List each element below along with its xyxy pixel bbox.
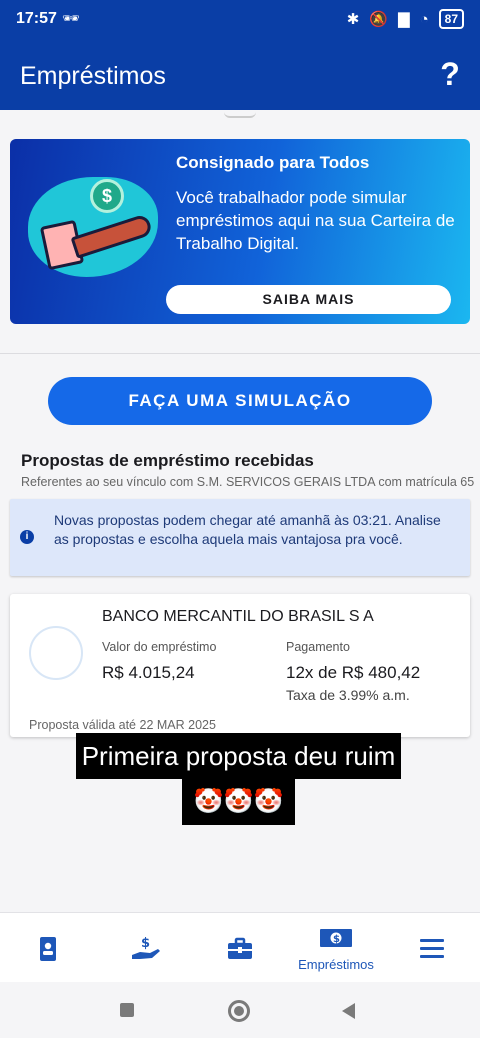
proposal-card[interactable]: BANCO MERCANTIL DO BRASIL S A Valor do e… <box>10 594 470 737</box>
battery-icon: 87 <box>438 9 464 29</box>
proposals-title: Propostas de empréstimo recebidas <box>21 451 314 470</box>
help-button[interactable]: ? <box>434 56 466 92</box>
recent-apps-button[interactable] <box>120 1003 134 1017</box>
svg-text:$: $ <box>141 936 150 951</box>
overlay-caption-text: Primeira proposta deu ruim <box>76 733 401 779</box>
nav-item-benefits[interactable]: $ <box>96 913 192 983</box>
info-box: i Novas propostas podem chegar até amanh… <box>10 499 470 576</box>
proposal-validity: Proposta válida até 22 MAR 2025 <box>29 718 216 732</box>
status-time: 17:57 <box>16 10 57 27</box>
info-text: Novas propostas podem chegar até amanhã … <box>54 512 441 547</box>
id-card-icon <box>40 937 56 961</box>
status-bar: 17:57 🕶 ✱ 🔕 ▇ ◔ 87 <box>0 0 480 40</box>
banknote-icon: $ <box>320 929 352 947</box>
back-button[interactable] <box>342 1003 355 1019</box>
incognito-icon: 🕶 <box>62 10 80 26</box>
pull-refresh-indicator <box>224 112 256 118</box>
page-title: Empréstimos <box>20 62 166 90</box>
overlay-caption-emoji: 🤡🤡🤡 <box>182 779 295 825</box>
dollar-coin-icon: $ <box>90 179 124 213</box>
app-bar: Empréstimos ? <box>0 40 480 110</box>
nav-label-loans: Empréstimos <box>298 957 374 972</box>
wifi-icon: ◔ <box>419 10 429 28</box>
nav-item-menu[interactable] <box>384 913 480 983</box>
signal-icon: ▇ <box>398 11 410 28</box>
bank-name: BANCO MERCANTIL DO BRASIL S A <box>102 608 374 625</box>
proposals-subtitle: Referentes ao seu vínculo com S.M. SERVI… <box>21 475 475 489</box>
briefcase-icon <box>228 937 252 959</box>
status-icons: ✱ 🔕 ▇ ◔ 87 <box>347 9 464 29</box>
loan-amount-value: R$ 4.015,24 <box>102 663 195 682</box>
svg-text:$: $ <box>333 934 340 945</box>
simulate-button[interactable]: FAÇA UMA SIMULAÇÃO <box>48 377 432 425</box>
nav-item-jobs[interactable] <box>192 913 288 983</box>
money-hand-icon: $ <box>132 936 160 959</box>
nav-item-documents[interactable] <box>0 913 96 983</box>
mute-icon: 🔕 <box>369 11 389 28</box>
system-nav-bar <box>0 982 480 1038</box>
home-button[interactable] <box>228 1000 250 1022</box>
bluetooth-icon: ✱ <box>346 11 360 28</box>
bottom-nav: $ $ Empréstimos <box>0 912 480 982</box>
promo-banner[interactable]: $ Consignado para Todos Você trabalhador… <box>10 139 470 324</box>
nav-item-loans[interactable]: $ Empréstimos <box>288 913 384 983</box>
menu-icon <box>420 939 444 958</box>
payment-label: Pagamento <box>286 640 350 654</box>
learn-more-button[interactable]: SAIBA MAIS <box>166 285 451 314</box>
banner-title: Consignado para Todos <box>176 153 370 172</box>
info-icon: i <box>20 530 34 544</box>
bank-logo-placeholder <box>29 626 83 680</box>
payment-value: 12x de R$ 480,42 <box>286 663 421 682</box>
loan-amount-label: Valor do empréstimo <box>102 640 217 654</box>
divider <box>0 353 480 354</box>
banner-text: Você trabalhador pode simular empréstimo… <box>176 188 455 253</box>
interest-rate: Taxa de 3.99% a.m. <box>286 687 410 703</box>
